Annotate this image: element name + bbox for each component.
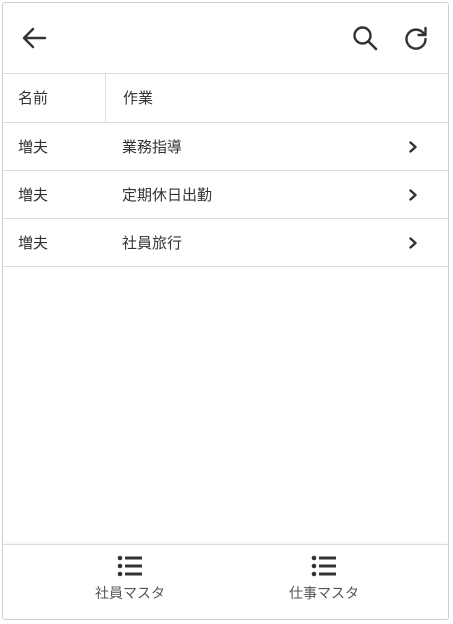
chevron-right-icon <box>408 123 418 170</box>
table-row[interactable]: 増夫 社員旅行 <box>3 219 448 267</box>
arrow-left-icon <box>22 27 47 49</box>
refresh-button[interactable] <box>401 23 431 53</box>
chevron-right-icon <box>408 219 418 266</box>
refresh-icon <box>405 26 427 50</box>
row-work-cell: 業務指導 <box>122 138 183 156</box>
search-icon <box>353 26 378 51</box>
list-icon <box>311 555 336 577</box>
row-name-cell: 増夫 <box>18 186 49 204</box>
row-name-cell: 増夫 <box>18 138 49 156</box>
table-row[interactable]: 増夫 業務指導 <box>3 123 448 171</box>
table-header: 名前 作業 <box>3 73 448 123</box>
row-name-cell: 増夫 <box>18 234 49 252</box>
column-header-name: 名前 <box>18 89 49 107</box>
top-toolbar <box>3 3 448 74</box>
row-work-cell: 定期休日出勤 <box>122 186 213 204</box>
table-row[interactable]: 増夫 定期休日出勤 <box>3 171 448 219</box>
bottom-navigation: 社員マスタ 仕事マスタ <box>3 544 448 619</box>
chevron-right-icon <box>408 171 418 218</box>
nav-employee-master[interactable]: 社員マスタ <box>60 555 200 611</box>
task-table: 名前 作業 増夫 業務指導 増夫 定期休日出勤 増夫 社員旅行 <box>3 73 448 267</box>
nav-job-master[interactable]: 仕事マスタ <box>254 555 394 611</box>
column-header-work: 作業 <box>105 73 383 122</box>
search-button[interactable] <box>350 23 380 53</box>
nav-label: 社員マスタ <box>95 586 165 602</box>
row-work-cell: 社員旅行 <box>122 234 183 252</box>
nav-label: 仕事マスタ <box>289 586 359 602</box>
app-window: 名前 作業 増夫 業務指導 増夫 定期休日出勤 増夫 社員旅行 社員マスタ 仕事… <box>2 2 449 620</box>
list-icon <box>117 555 142 577</box>
back-button[interactable] <box>19 23 49 53</box>
